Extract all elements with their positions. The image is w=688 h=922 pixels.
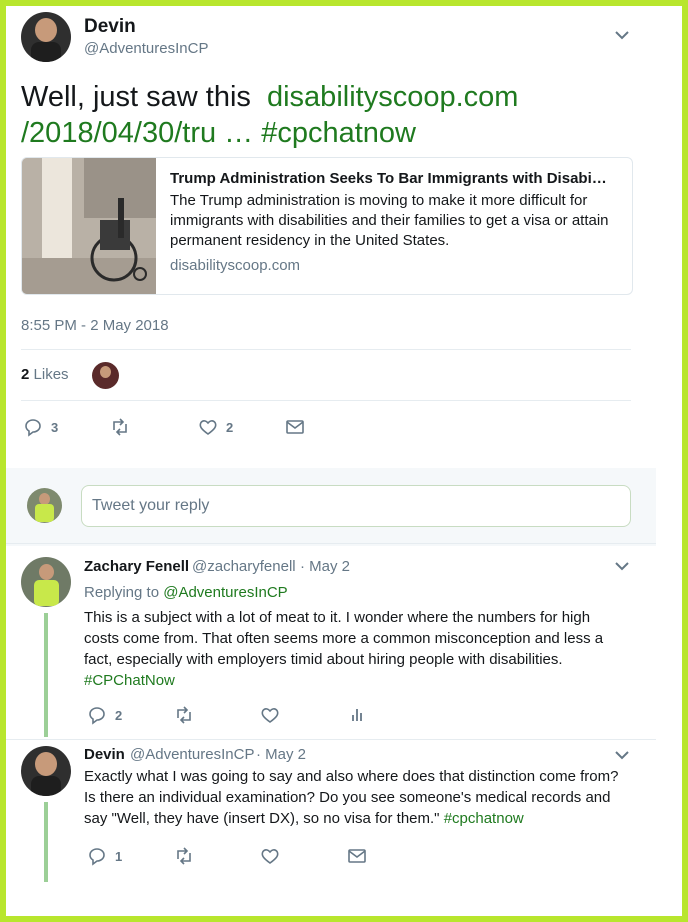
retweet-action[interactable] (174, 705, 194, 725)
thread-line (44, 802, 48, 882)
reply-hashtag[interactable]: #CPChatNow (84, 672, 175, 689)
reply-action[interactable]: 2 (87, 705, 122, 725)
dm-action[interactable] (285, 417, 305, 437)
card-image (22, 158, 156, 294)
avatar[interactable] (21, 746, 71, 796)
link-card[interactable]: Trump Administration Seeks To Bar Immigr… (21, 157, 633, 295)
reply-count: 1 (115, 848, 123, 864)
reply-hashtag[interactable]: #cpchatnow (444, 810, 524, 827)
chevron-down-icon[interactable] (613, 557, 631, 575)
card-domain: disabilityscoop.com (170, 257, 301, 274)
divider (6, 543, 656, 544)
main-tweet: Devin @AdventuresInCP Well, just saw thi… (6, 6, 656, 468)
likes-count: 2 (21, 366, 30, 383)
reply-count: 3 (51, 419, 59, 435)
like-action[interactable]: 2 (198, 417, 233, 437)
reply-icon (25, 419, 41, 437)
current-user-avatar (27, 488, 62, 523)
card-body: Trump Administration Seeks To Bar Immigr… (170, 170, 620, 274)
reply-input[interactable]: Tweet your reply (81, 485, 631, 527)
tweet-frame: Devin @AdventuresInCP Well, just saw thi… (6, 6, 682, 916)
like-action[interactable] (260, 846, 280, 866)
divider (21, 349, 631, 350)
divider (21, 400, 631, 401)
reply-author-name[interactable]: Devin (84, 746, 125, 763)
tweet-link-ellipsis[interactable]: … (216, 117, 261, 149)
reply-date[interactable]: · May 2 (300, 558, 350, 575)
divider (6, 739, 656, 740)
reply-count: 2 (115, 707, 123, 723)
reply-text: This is a subject with a lot of meat to … (84, 607, 629, 691)
reply-action[interactable]: 3 (23, 417, 58, 437)
chevron-down-icon[interactable] (613, 26, 631, 44)
chevron-down-icon[interactable] (613, 746, 631, 764)
retweet-icon (113, 418, 127, 436)
tweet-text: Well, just saw this disabilityscoop.com … (21, 79, 621, 151)
reply-date[interactable]: · May 2 (256, 746, 306, 763)
reply-action[interactable]: 1 (87, 846, 122, 866)
likes-label: Likes (33, 366, 69, 383)
reply-icon (89, 848, 105, 866)
tweet-timestamp[interactable]: 8:55 PM - 2 May 2018 (21, 317, 169, 334)
replying-handle[interactable]: @AdventuresInCP (163, 584, 287, 601)
heart-icon (199, 420, 217, 435)
like-action[interactable] (260, 705, 280, 725)
tweet-link-part2[interactable]: /2018/04/30/tru (21, 117, 216, 149)
like-count: 2 (226, 419, 234, 435)
reply-icon (89, 707, 105, 725)
card-title: Trump Administration Seeks To Bar Immigr… (170, 170, 607, 187)
dm-action[interactable] (347, 846, 367, 866)
replying-to: Replying to @AdventuresInCP (84, 584, 288, 601)
reply-author-handle[interactable]: @zacharyfenell (192, 558, 296, 575)
mail-icon (348, 849, 366, 863)
reply-placeholder: Tweet your reply (92, 497, 210, 514)
reply-author-handle[interactable]: @AdventuresInCP (130, 746, 254, 763)
avatar[interactable] (21, 557, 71, 607)
replying-label: Replying to (84, 584, 160, 601)
reply-author-name[interactable]: Zachary Fenell (84, 558, 189, 575)
mail-icon (286, 420, 304, 434)
retweet-action[interactable] (110, 417, 130, 437)
liker-avatar[interactable] (92, 362, 119, 389)
reply-text: Exactly what I was going to say and also… (84, 766, 629, 829)
author-name[interactable]: Devin (84, 16, 136, 38)
bar-chart-icon (352, 709, 362, 721)
likes-summary[interactable]: 2 Likes (21, 366, 69, 383)
retweet-icon (177, 706, 191, 724)
retweet-action[interactable] (174, 846, 194, 866)
reply-text-body: Exactly what I was going to say and also… (84, 768, 619, 827)
heart-icon (261, 708, 279, 723)
retweet-icon (177, 847, 191, 865)
tweet-hashtag[interactable]: #cpchatnow (261, 117, 416, 149)
analytics-action[interactable] (347, 705, 367, 725)
avatar[interactable] (21, 12, 71, 62)
heart-icon (261, 849, 279, 864)
tweet-text-prefix: Well, just saw this (21, 81, 251, 113)
author-handle[interactable]: @AdventuresInCP (84, 40, 208, 57)
reply-text-body: This is a subject with a lot of meat to … (84, 609, 604, 668)
card-description: The Trump administration is moving to ma… (170, 192, 609, 249)
tweet-link-part1[interactable]: disabilityscoop.com (267, 81, 518, 113)
thread-line (44, 613, 48, 737)
